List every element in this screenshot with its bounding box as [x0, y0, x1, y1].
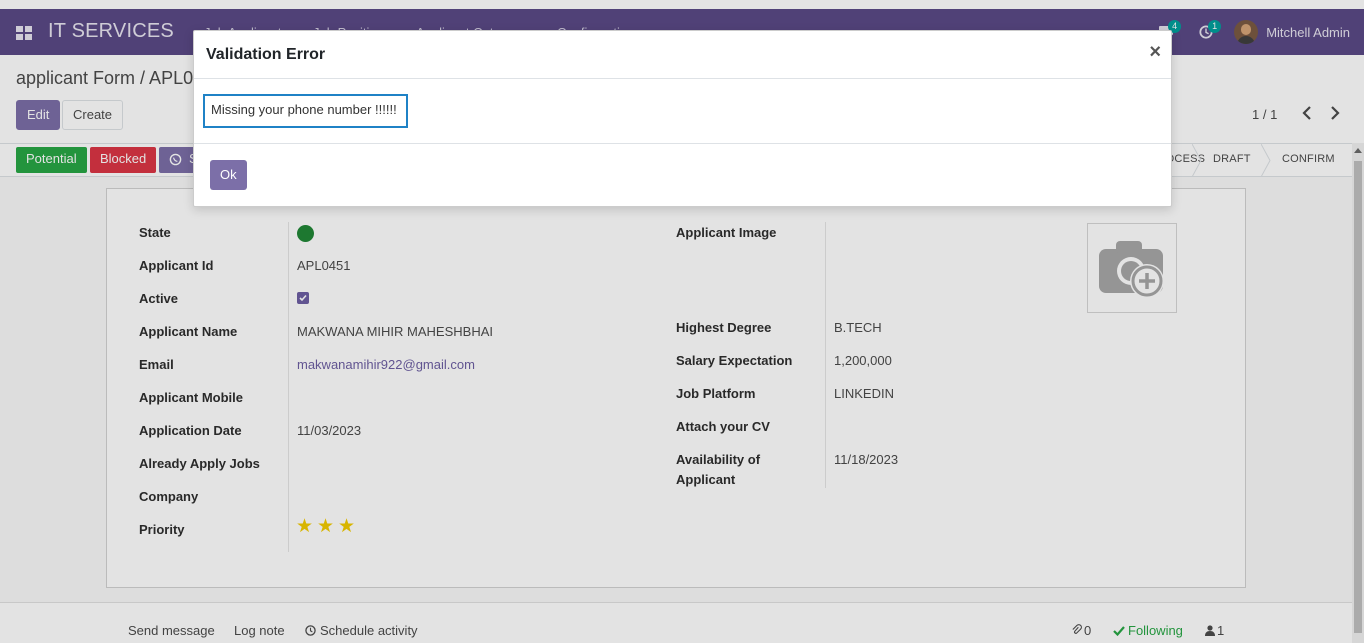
close-icon[interactable]: × [1149, 42, 1161, 62]
validation-error-dialog: Validation Error × Missing your phone nu… [193, 30, 1172, 207]
ok-button[interactable]: Ok [210, 160, 247, 190]
error-message: Missing your phone number !!!!!! [203, 94, 408, 128]
dialog-body: Missing your phone number !!!!!! [194, 80, 1171, 144]
dialog-header: Validation Error × [194, 31, 1171, 79]
dialog-title: Validation Error [206, 46, 326, 63]
